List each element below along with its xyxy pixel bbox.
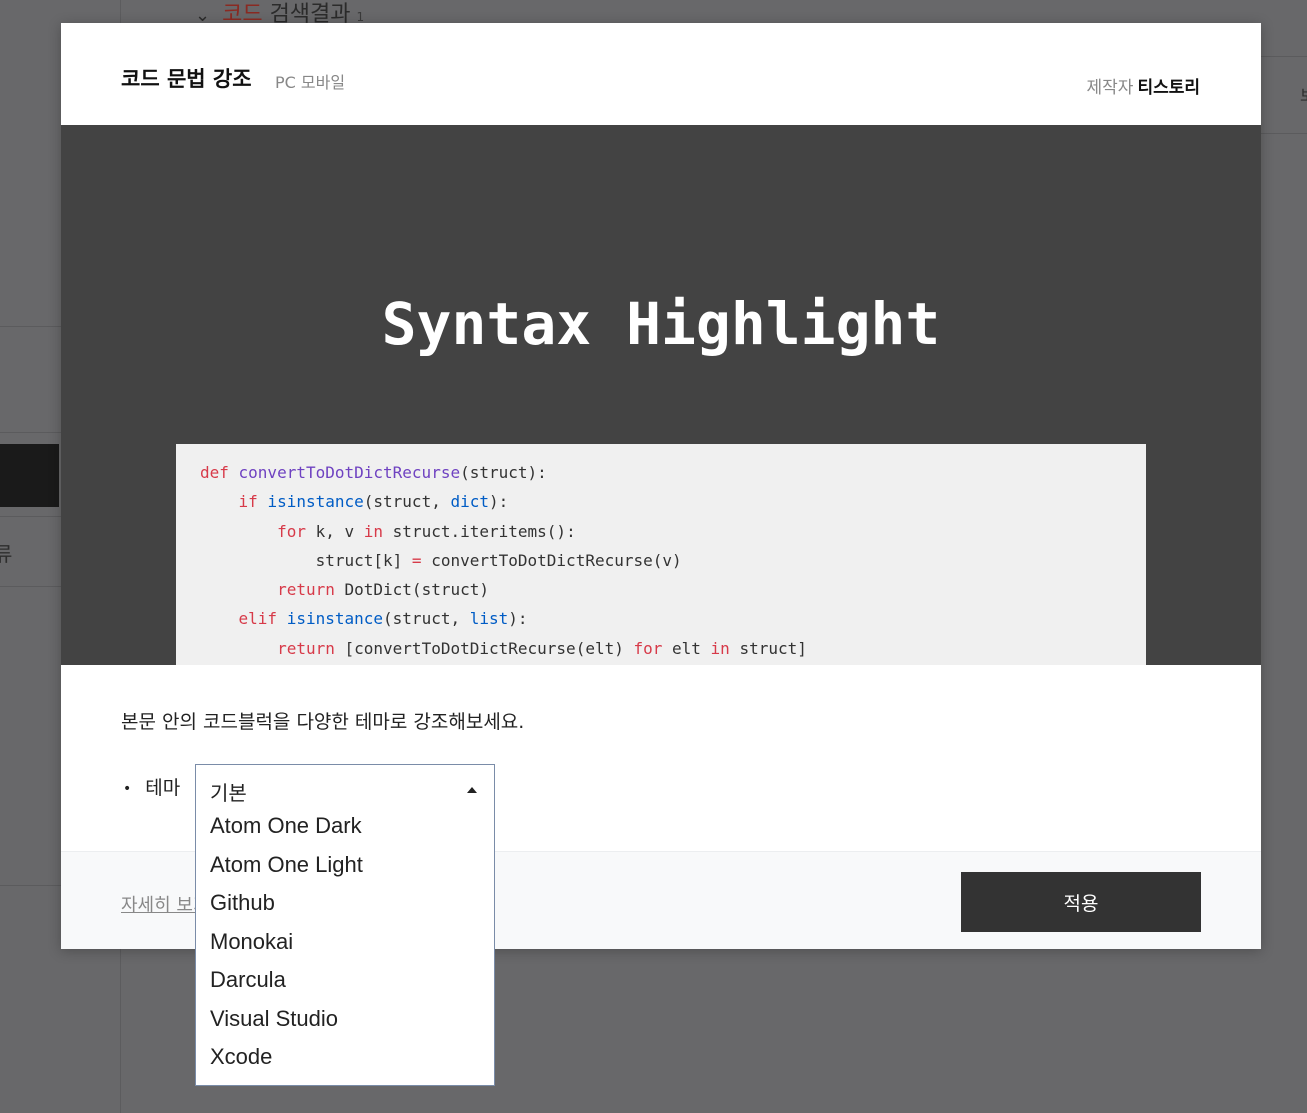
code-token: list — [469, 609, 509, 629]
code-token: (struct, — [383, 609, 470, 629]
code-token: struct.iteritems(): — [392, 521, 576, 541]
code-token: elif — [238, 609, 287, 629]
theme-option-atom-one-light[interactable]: Atom One Light — [196, 848, 494, 887]
theme-option-darcula[interactable]: Darcula — [196, 963, 494, 1002]
theme-option-atom-one-dark[interactable]: Atom One Dark — [196, 809, 494, 848]
bullet-icon: • — [123, 780, 132, 797]
code-token: for — [633, 638, 673, 658]
code-token: in — [710, 638, 740, 658]
code-line: def convertToDotDictRecurse(struct): — [200, 458, 1146, 487]
theme-setting-row: • 테마 — [123, 773, 180, 800]
code-sample: def convertToDotDictRecurse(struct): if … — [176, 444, 1146, 665]
theme-select-current[interactable]: 기본 — [196, 765, 494, 809]
code-token: [convertToDotDictRecurse(elt) — [344, 638, 634, 658]
theme-label: 테마 — [145, 777, 181, 799]
code-token: for — [277, 521, 316, 541]
maker-value: 티스토리 — [1137, 78, 1200, 98]
code-token: ): — [489, 492, 509, 512]
code-token: in — [363, 521, 393, 541]
code-token: DotDict(struct) — [344, 580, 490, 600]
code-line: struct[k] = convertToDotDictRecurse(v) — [200, 546, 1146, 575]
preview-banner: Syntax Highlight def convertToDotDictRec… — [61, 125, 1261, 665]
code-token: isinstance — [286, 609, 384, 629]
apply-button[interactable]: 적용 — [961, 872, 1201, 932]
platform-label: PC 모바일 — [275, 73, 346, 92]
theme-select[interactable]: 기본 Atom One Dark Atom One Light Github Mono… — [195, 764, 495, 1086]
modal-title: 코드 문법 강조 — [121, 67, 252, 91]
background-active-block — [0, 444, 59, 507]
theme-selected-value: 기본 — [210, 781, 247, 805]
background-right-text: 보 — [1300, 82, 1307, 106]
code-token: return — [277, 638, 345, 658]
code-token: if — [238, 492, 268, 512]
theme-option-monokai[interactable]: Monokai — [196, 925, 494, 964]
code-token: convertToDotDictRecurse(v) — [421, 550, 682, 570]
code-line: return DotDict(struct) — [200, 575, 1146, 604]
code-token: = — [411, 550, 422, 570]
code-token: isinstance — [267, 492, 364, 512]
code-token: struct[k] — [200, 550, 412, 570]
modal-header: 코드 문법 강조 PC 모바일 제작자 티스토리 — [61, 23, 1261, 125]
preview-title: Syntax Highlight — [381, 290, 941, 358]
code-token: k, v — [315, 521, 364, 541]
code-token: (struct): — [460, 463, 547, 482]
code-token: return — [277, 580, 345, 600]
plugin-description: 본문 안의 코드블럭을 다양한 테마로 강조해보세요. — [121, 711, 525, 733]
code-token: def — [200, 463, 239, 482]
background-left-text: 류 — [0, 542, 13, 566]
theme-options-list: Atom One Dark Atom One Light Github Monokai… — [196, 809, 494, 1079]
theme-option-github[interactable]: Github — [196, 886, 494, 925]
code-token: struct] — [739, 638, 807, 658]
code-line: if isinstance(struct, dict): — [200, 487, 1146, 516]
code-token: (struct, — [363, 492, 451, 512]
code-token: convertToDotDictRecurse — [238, 463, 461, 482]
code-line: return [convertToDotDictRecurse(elt) for… — [200, 634, 1146, 663]
background-heading-count: 1 — [356, 10, 365, 24]
code-token: elt — [672, 638, 711, 658]
code-token: dict — [450, 492, 489, 512]
maker-info: 제작자 티스토리 — [1087, 73, 1200, 98]
caret-up-icon — [467, 787, 477, 793]
code-token: ): — [508, 609, 528, 629]
theme-option-visual-studio[interactable]: Visual Studio — [196, 1002, 494, 1041]
code-line: for k, v in struct.iteritems(): — [200, 517, 1146, 546]
code-line: elif isinstance(struct, list): — [200, 604, 1146, 633]
maker-label: 제작자 — [1086, 78, 1134, 98]
theme-option-xcode[interactable]: Xcode — [196, 1040, 494, 1079]
